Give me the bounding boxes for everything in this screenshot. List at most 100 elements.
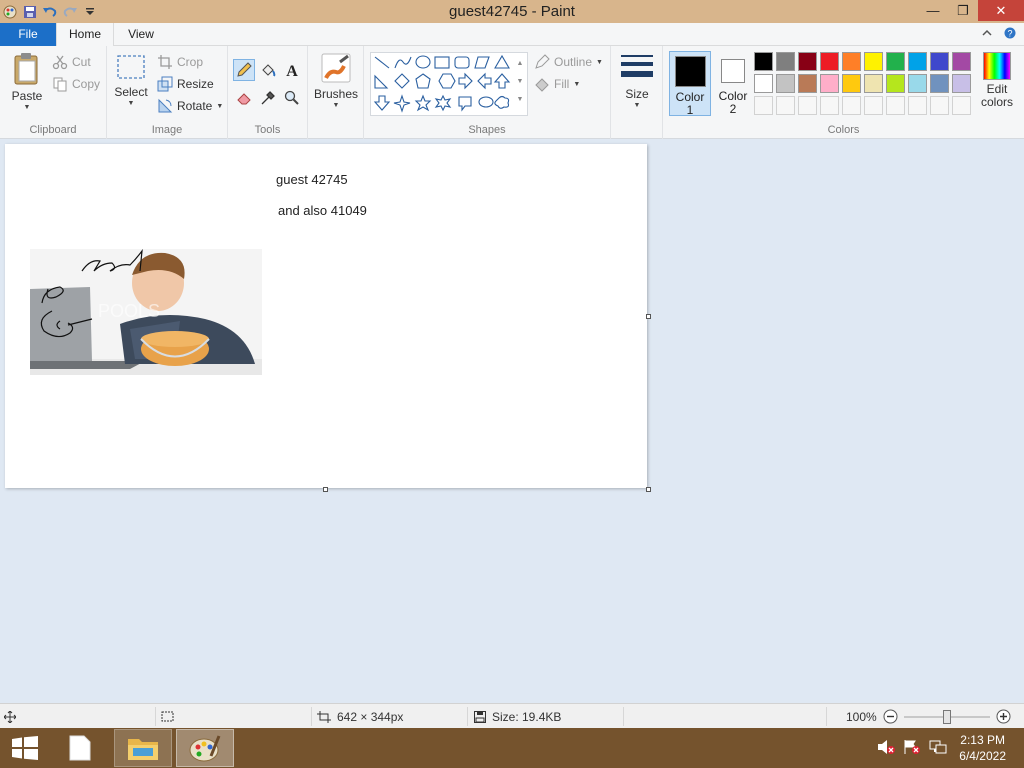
palette-color-swatch[interactable] bbox=[776, 74, 795, 93]
canvas-resize-handle-corner[interactable] bbox=[646, 487, 651, 492]
zoom-slider-thumb[interactable] bbox=[942, 709, 951, 724]
copy-button[interactable]: Copy bbox=[52, 74, 100, 94]
palette-color-swatch[interactable] bbox=[886, 52, 905, 71]
outline-button[interactable]: Outline ▼ bbox=[534, 52, 603, 72]
palette-custom-slot[interactable] bbox=[820, 96, 839, 115]
palette-color-swatch[interactable] bbox=[908, 74, 927, 93]
tab-file[interactable]: File bbox=[0, 23, 56, 46]
restore-button[interactable]: ❐ bbox=[948, 0, 978, 21]
oval-shape-icon[interactable] bbox=[415, 55, 431, 69]
color2-button[interactable]: Color 2 bbox=[714, 51, 752, 116]
taskbar-notepad[interactable] bbox=[56, 729, 104, 767]
fill-tool[interactable] bbox=[257, 59, 279, 81]
line-shape-icon[interactable] bbox=[374, 56, 390, 69]
palette-custom-slot[interactable] bbox=[952, 96, 971, 115]
shapes-scroll[interactable]: ▲ ▼ ▼ bbox=[515, 55, 525, 109]
color1-button[interactable]: Color 1 bbox=[669, 51, 711, 117]
canvas-resize-handle-bottom[interactable] bbox=[323, 487, 328, 492]
start-button[interactable] bbox=[0, 729, 50, 767]
diamond-shape-icon[interactable] bbox=[394, 73, 410, 89]
palette-custom-slot[interactable] bbox=[908, 96, 927, 115]
edit-colors-button[interactable]: Edit colors bbox=[977, 52, 1017, 109]
five-point-star-shape-icon[interactable] bbox=[414, 94, 432, 112]
palette-color-swatch[interactable] bbox=[754, 52, 773, 71]
collapse-ribbon-icon[interactable] bbox=[982, 27, 992, 42]
palette-color-swatch[interactable] bbox=[952, 74, 971, 93]
taskbar-file-explorer[interactable] bbox=[114, 729, 172, 767]
network-icon[interactable] bbox=[929, 739, 947, 758]
size-button[interactable]: Size ▼ bbox=[619, 52, 655, 109]
cloud-callout-shape-icon[interactable] bbox=[494, 95, 510, 109]
eraser-tool[interactable] bbox=[233, 87, 255, 109]
palette-color-swatch[interactable] bbox=[842, 74, 861, 93]
close-button[interactable]: ✕ bbox=[978, 0, 1024, 21]
color-picker-tool[interactable] bbox=[257, 87, 279, 109]
right-triangle-shape-icon[interactable] bbox=[374, 74, 389, 89]
palette-color-swatch[interactable] bbox=[776, 52, 795, 71]
six-point-star-shape-icon[interactable] bbox=[434, 94, 452, 112]
palette-custom-slot[interactable] bbox=[864, 96, 883, 115]
minimize-button[interactable]: — bbox=[918, 0, 948, 21]
canvas-workspace[interactable]: guest 42745 and also 41049 POOLS bbox=[0, 139, 1024, 703]
rounded-callout-shape-icon[interactable] bbox=[458, 96, 472, 112]
pentagon-shape-icon[interactable] bbox=[415, 73, 431, 89]
polygon-shape-icon[interactable] bbox=[474, 56, 490, 69]
palette-custom-slot[interactable] bbox=[930, 96, 949, 115]
select-rectangle-icon bbox=[117, 55, 145, 79]
palette-custom-slot[interactable] bbox=[886, 96, 905, 115]
resize-button[interactable]: Resize bbox=[157, 74, 214, 94]
tab-home[interactable]: Home bbox=[56, 23, 114, 47]
brushes-button[interactable]: Brushes ▼ bbox=[314, 52, 358, 109]
pencil-tool[interactable] bbox=[233, 59, 255, 81]
right-arrow-shape-icon[interactable] bbox=[458, 72, 473, 90]
rotate-button[interactable]: Rotate ▼ bbox=[157, 96, 223, 116]
text-tool[interactable]: A bbox=[281, 59, 303, 81]
tab-view[interactable]: View bbox=[116, 23, 166, 46]
palette-color-swatch[interactable] bbox=[754, 74, 773, 93]
curve-shape-icon[interactable] bbox=[394, 56, 412, 69]
palette-color-swatch[interactable] bbox=[908, 52, 927, 71]
paste-button[interactable]: Paste ▼ bbox=[8, 52, 46, 111]
palette-color-swatch[interactable] bbox=[798, 74, 817, 93]
palette-color-swatch[interactable] bbox=[842, 52, 861, 71]
help-icon[interactable]: ? bbox=[1004, 27, 1016, 42]
rectangle-shape-icon[interactable] bbox=[434, 56, 450, 69]
down-arrow-shape-icon[interactable] bbox=[373, 95, 391, 111]
fill-button[interactable]: Fill ▼ bbox=[534, 74, 580, 94]
palette-color-swatch[interactable] bbox=[930, 52, 949, 71]
left-arrow-shape-icon[interactable] bbox=[477, 72, 492, 90]
crop-button[interactable]: Crop bbox=[157, 52, 203, 72]
outline-label: Outline bbox=[554, 55, 593, 69]
select-button[interactable]: Select ▼ bbox=[114, 52, 148, 107]
zoom-out-icon[interactable] bbox=[883, 709, 898, 724]
triangle-shape-icon[interactable] bbox=[494, 54, 510, 69]
clock[interactable]: 2:13 PM 6/4/2022 bbox=[959, 732, 1006, 764]
zoom-in-icon[interactable] bbox=[996, 709, 1011, 724]
cut-button[interactable]: Cut bbox=[52, 52, 91, 72]
four-point-star-shape-icon[interactable] bbox=[393, 94, 411, 113]
palette-custom-slot[interactable] bbox=[798, 96, 817, 115]
canvas-resize-handle-right[interactable] bbox=[646, 314, 651, 319]
palette-color-swatch[interactable] bbox=[864, 74, 883, 93]
palette-custom-slot[interactable] bbox=[776, 96, 795, 115]
colors-group-label: Colors bbox=[827, 124, 860, 136]
palette-color-swatch[interactable] bbox=[820, 52, 839, 71]
magnifier-tool[interactable] bbox=[281, 87, 303, 109]
rounded-rectangle-shape-icon[interactable] bbox=[454, 56, 470, 69]
palette-color-swatch[interactable] bbox=[864, 52, 883, 71]
drawing-canvas[interactable]: guest 42745 and also 41049 POOLS bbox=[5, 144, 647, 488]
zoom-slider[interactable] bbox=[903, 709, 990, 724]
up-arrow-shape-icon[interactable] bbox=[493, 73, 511, 89]
palette-color-swatch[interactable] bbox=[820, 74, 839, 93]
oval-callout-shape-icon[interactable] bbox=[478, 96, 494, 108]
palette-color-swatch[interactable] bbox=[930, 74, 949, 93]
palette-color-swatch[interactable] bbox=[886, 74, 905, 93]
palette-color-swatch[interactable] bbox=[798, 52, 817, 71]
taskbar-paint[interactable] bbox=[176, 729, 234, 767]
hexagon-shape-icon[interactable] bbox=[438, 73, 456, 89]
volume-muted-icon[interactable] bbox=[877, 739, 896, 758]
palette-color-swatch[interactable] bbox=[952, 52, 971, 71]
palette-custom-slot[interactable] bbox=[842, 96, 861, 115]
action-center-flag-icon[interactable] bbox=[903, 739, 921, 758]
palette-custom-slot[interactable] bbox=[754, 96, 773, 115]
